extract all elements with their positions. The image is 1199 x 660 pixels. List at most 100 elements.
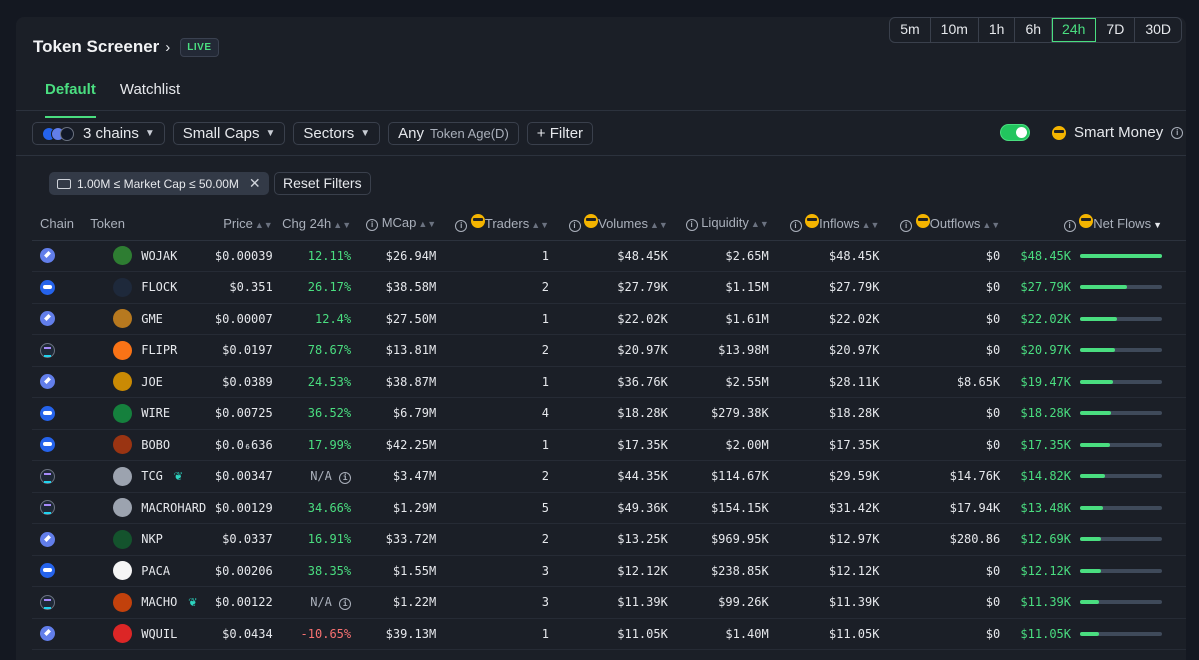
chevron-right-icon[interactable]: › [165, 39, 170, 56]
token-avatar [113, 340, 133, 360]
info-icon[interactable]: i [1063, 220, 1076, 233]
timeframe-30d[interactable]: 30D [1135, 18, 1181, 42]
sort-icon: ▲▼ [982, 220, 1001, 231]
outflows-cell: $0 [879, 271, 1001, 304]
reset-filters-button[interactable]: Reset Filters [274, 172, 371, 195]
smart-money-toggle[interactable] [1000, 124, 1030, 141]
info-icon[interactable]: i [568, 220, 581, 233]
timeframe-1h[interactable]: 1h [979, 18, 1016, 42]
mcap-cell: $39.13M [351, 618, 437, 650]
token-cell[interactable]: TCG ❦ [86, 460, 207, 493]
col-outflows-header[interactable]: i Outflows ▲▼ [879, 207, 1001, 241]
token-symbol[interactable]: WIRE [141, 406, 170, 420]
token-symbol[interactable]: JOE [141, 375, 163, 389]
timeframe-6h[interactable]: 6h [1015, 18, 1053, 42]
col-traders-header[interactable]: i Traders ▲▼ [436, 207, 550, 241]
table-row[interactable]: GME $0.00007 12.4% $27.50M 1 $22.02K $1.61M $22… [32, 303, 1186, 335]
col-chg-header[interactable]: Chg 24h ▲▼ [272, 207, 352, 241]
add-filter-button[interactable]: + Filter [526, 122, 594, 145]
traders-cell: 3 [436, 555, 550, 587]
timeframe-10m[interactable]: 10m [931, 18, 979, 42]
table-row[interactable]: NKP $0.0337 16.91% $33.72M 2 $13.25K $969.95K $… [32, 523, 1186, 556]
token-cell[interactable]: WOJAK [86, 240, 207, 272]
token-age-filter[interactable]: Any Token Age(D) [388, 122, 519, 145]
col-inflows-header[interactable]: i Inflows ▲▼ [768, 207, 880, 241]
token-cell[interactable]: WIRE [86, 397, 207, 430]
token-cell[interactable]: FLIPR [86, 334, 207, 367]
table-row[interactable]: BOBO $0.0₆636 17.99% $42.25M 1 $17.35K $2.00M $… [32, 429, 1186, 461]
caps-dropdown[interactable]: Small Caps ▼ [172, 122, 286, 145]
token-cell[interactable]: MACROHARD [86, 492, 207, 524]
change-cell: 78.67% [272, 334, 352, 367]
netflow-bar-fill [1080, 285, 1127, 290]
token-symbol[interactable]: WOJAK [141, 249, 177, 263]
token-symbol[interactable]: MACROHARD [141, 501, 206, 515]
table-row[interactable]: WQUIL $0.0434 -10.65% $39.13M 1 $11.05K $1.40M… [32, 618, 1186, 650]
token-cell[interactable]: MACHO ❦ [86, 586, 207, 619]
netflows-cell: $20.97K [1000, 334, 1186, 367]
info-icon[interactable]: i [339, 597, 352, 610]
token-cell[interactable]: JOE [86, 366, 207, 398]
change-cell: N/A i [272, 460, 352, 493]
token-symbol[interactable]: PACA [141, 564, 170, 578]
token-cell[interactable]: FLOCK [86, 271, 207, 304]
timeframe-7d[interactable]: 7D [1096, 18, 1136, 42]
token-cell[interactable]: WQUIL [86, 618, 207, 650]
info-icon[interactable]: i [789, 220, 802, 233]
traders-cell: 4 [436, 397, 550, 430]
table-row[interactable]: MACHO ❦ $0.00122 N/A i $1.22M 3 $11.39K $99.26K… [32, 586, 1186, 619]
info-icon[interactable]: i [366, 219, 379, 232]
token-cell[interactable]: NKP [86, 523, 207, 556]
info-icon[interactable]: i [685, 219, 698, 232]
token-symbol[interactable]: FLIPR [141, 343, 177, 357]
token-symbol[interactable]: GME [141, 312, 163, 326]
change-cell: 26.17% [272, 271, 352, 304]
token-symbol[interactable]: BOBO [141, 438, 170, 452]
col-price-header[interactable]: Price ▲▼ [206, 207, 273, 241]
info-icon[interactable]: i [1171, 126, 1184, 139]
info-icon[interactable]: i [339, 471, 352, 484]
timeframe-24h[interactable]: 24h [1052, 18, 1097, 42]
chains-dropdown[interactable]: 3 chains ▼ [32, 122, 165, 145]
table-row[interactable]: TCG ❦ $0.00347 N/A i $3.47M 2 $44.35K $114.67K $… [32, 460, 1186, 493]
token-avatar [113, 498, 133, 518]
tab-watchlist[interactable]: Watchlist [120, 81, 180, 118]
info-icon[interactable]: i [455, 220, 468, 233]
token-avatar [113, 435, 133, 455]
table-row[interactable]: MACROHARD $0.00129 34.66% $1.29M 5 $49.36K $15… [32, 492, 1186, 524]
table-row[interactable]: FLOCK $0.351 26.17% $38.58M 2 $27.79K $1.15M $2… [32, 271, 1186, 304]
netflow-bar [1080, 253, 1162, 258]
col-liquidity-header[interactable]: i Liquidity ▲▼ [667, 207, 769, 241]
change-cell: 24.53% [272, 366, 352, 398]
token-symbol[interactable]: WQUIL [141, 627, 177, 641]
token-cell[interactable]: BOBO [86, 429, 207, 461]
timeframe-5m[interactable]: 5m [890, 18, 931, 42]
table-row[interactable]: JOE $0.0389 24.53% $38.87M 1 $36.76K $2.55M $28… [32, 366, 1186, 398]
smart-money-toggle-group: Smart Money i [1000, 124, 1184, 141]
volumes-cell: $18.28K [549, 397, 668, 430]
netflows-cell: $27.79K [1000, 271, 1186, 304]
table-row[interactable]: WOJAK $0.00039 12.11% $26.94M 1 $48.45K $2.65M… [32, 240, 1186, 272]
close-icon[interactable]: ✕ [249, 175, 261, 192]
token-symbol[interactable]: MACHO [141, 595, 177, 609]
table-row[interactable]: WIRE $0.00725 36.52% $6.79M 4 $18.28K $279.38K… [32, 397, 1186, 430]
col-netflows-header[interactable]: i Net Flows ▼ [1000, 207, 1186, 241]
table-row[interactable]: FLIPR $0.0197 78.67% $13.81M 2 $20.97K $13.98M… [32, 334, 1186, 367]
token-symbol[interactable]: TCG [141, 469, 163, 483]
info-icon[interactable]: i [900, 220, 913, 233]
price-cell: $0.0337 [206, 523, 273, 556]
mcap-cell: $1.55M [351, 555, 437, 587]
token-cell[interactable]: PACA [86, 555, 207, 587]
col-volumes-header[interactable]: i Volumes ▲▼ [549, 207, 668, 241]
change-cell: 17.99% [272, 429, 352, 461]
price-cell: $0.00129 [206, 492, 273, 524]
token-symbol[interactable]: FLOCK [141, 280, 177, 294]
liquidity-cell: $969.95K [667, 523, 769, 556]
page-title[interactable]: Token Screener [33, 37, 159, 57]
token-cell[interactable]: GME [86, 303, 207, 335]
col-mcap-header[interactable]: i MCap ▲▼ [351, 207, 437, 241]
tab-default[interactable]: Default [45, 81, 96, 118]
table-row[interactable]: PACA $0.00206 38.35% $1.55M 3 $12.12K $238.85K… [32, 555, 1186, 587]
sectors-dropdown[interactable]: Sectors ▼ [293, 122, 381, 145]
token-symbol[interactable]: NKP [141, 532, 163, 546]
